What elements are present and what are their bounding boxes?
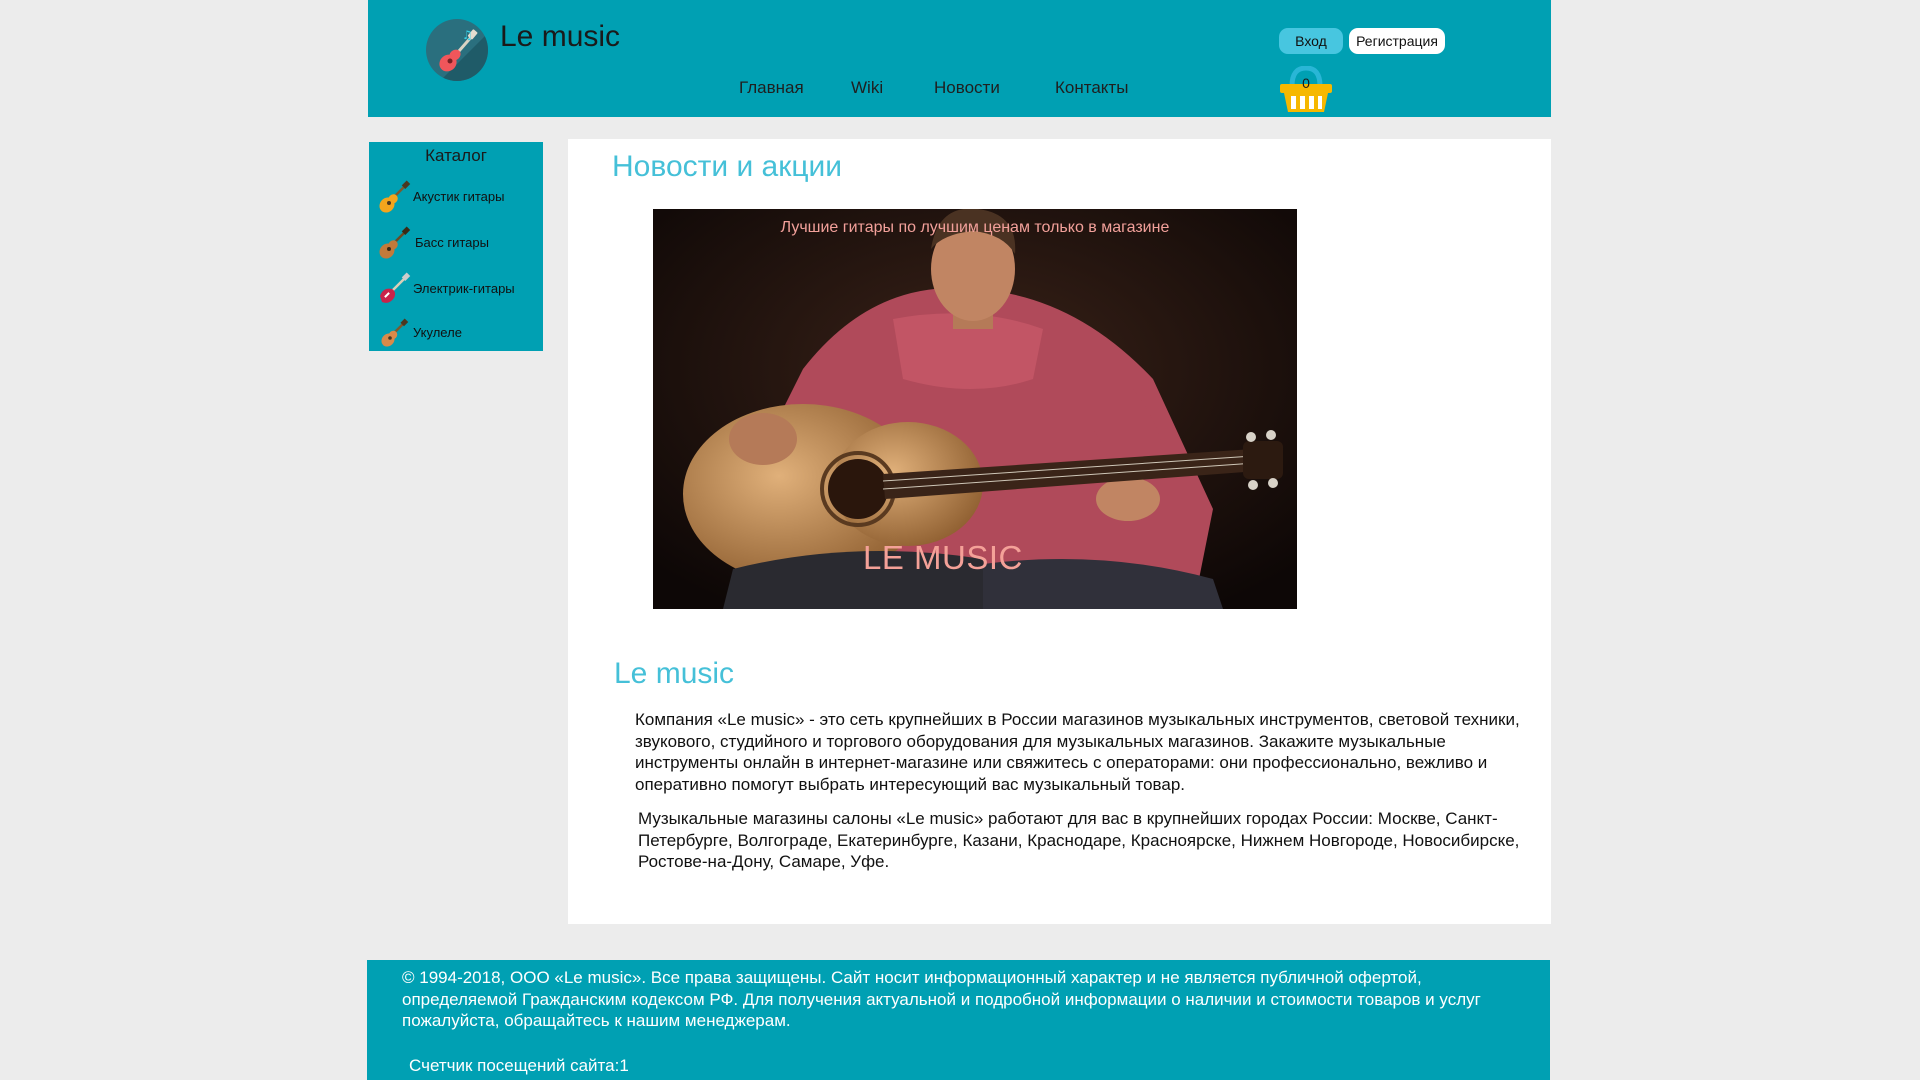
sidebar-item-bass[interactable]: Басс гитары <box>377 226 539 260</box>
catalog-sidebar: Каталог Акустик гитары Басс гитары Элект… <box>369 142 543 351</box>
site-title[interactable]: Le music <box>500 20 620 54</box>
about-heading: Le music <box>614 657 735 690</box>
basket-count: 0 <box>1302 75 1310 91</box>
sidebar-item-electric[interactable]: Электрик-гитары <box>377 272 539 306</box>
electric-guitar-icon <box>377 272 411 306</box>
nav-item-wiki[interactable]: Wiki <box>851 78 883 98</box>
sidebar-item-ukulele[interactable]: Укулеле <box>377 316 539 350</box>
main-content: Новости и акции Лучшие гитары по лучшим … <box>568 139 1551 924</box>
site-header: ♫ Le music Главная Wiki Новости Контакты… <box>368 0 1551 117</box>
footer-copyright: © 1994-2018, ООО «Le music». Все права з… <box>402 968 1481 1030</box>
bass-guitar-icon <box>377 226 411 260</box>
promo-caption: Лучшие гитары по лучшим ценам только в м… <box>780 219 1170 236</box>
nav-item-home[interactable]: Главная <box>739 78 804 98</box>
register-button[interactable]: Регистрация <box>1349 28 1445 54</box>
svg-text:♫: ♫ <box>462 28 473 42</box>
about-paragraph: Компания «Le music» - это сеть крупнейши… <box>635 710 1520 794</box>
nav-item-news[interactable]: Новости <box>934 78 1000 98</box>
news-heading: Новости и акции <box>612 150 843 183</box>
ukulele-icon <box>377 316 411 350</box>
promo-banner[interactable]: Лучшие гитары по лучшим ценам только в м… <box>653 209 1297 609</box>
sidebar-item-label: Акустик гитары <box>413 189 505 204</box>
guitar-logo-icon[interactable]: ♫ <box>426 19 488 81</box>
basket-icon[interactable]: 0 <box>1278 65 1334 114</box>
catalog-title: Каталог <box>425 146 487 165</box>
main-nav: Главная Wiki Новости Контакты <box>368 78 1551 102</box>
sidebar-item-acoustic[interactable]: Акустик гитары <box>377 180 539 214</box>
acoustic-guitar-icon <box>377 180 411 214</box>
login-button[interactable]: Вход <box>1279 28 1343 54</box>
visit-counter: Счетчик посещений сайта:1 <box>409 1056 629 1075</box>
promo-brand: LE MUSIC <box>863 539 1023 576</box>
page: ♫ Le music Главная Wiki Новости Контакты… <box>0 0 1920 1080</box>
sidebar-item-label: Басс гитары <box>415 235 489 250</box>
site-footer: © 1994-2018, ООО «Le music». Все права з… <box>367 960 1550 1080</box>
sidebar-item-label: Укулеле <box>413 325 462 340</box>
sidebar-item-label: Электрик-гитары <box>413 281 515 296</box>
cities-paragraph: Музыкальные магазины салоны «Le music» р… <box>638 809 1520 871</box>
nav-item-contacts[interactable]: Контакты <box>1055 78 1128 98</box>
